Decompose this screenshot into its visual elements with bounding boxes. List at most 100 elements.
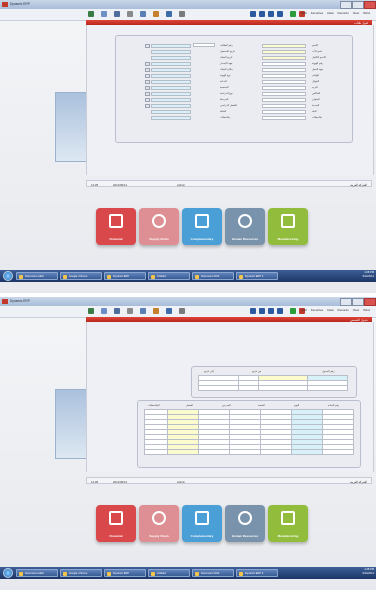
calendar-icon[interactable] — [153, 308, 159, 314]
start-button[interactable] — [3, 271, 13, 281]
cell[interactable] — [260, 449, 292, 455]
taskbar-item[interactable]: Google Chrome — [60, 272, 102, 280]
module-financial[interactable]: Financial — [96, 208, 136, 245]
cell[interactable] — [307, 385, 348, 391]
field-issuer[interactable] — [151, 62, 191, 66]
field-father[interactable] — [262, 50, 306, 54]
module-supply-chain[interactable]: Supply Chain — [139, 208, 179, 245]
dropdown-button[interactable] — [145, 62, 150, 66]
taskbar-item[interactable]: Google Chrome — [60, 569, 102, 577]
field-birth-date[interactable] — [151, 56, 191, 60]
field-student-no[interactable] — [151, 44, 191, 48]
field-term[interactable] — [151, 104, 191, 108]
menu-item-window[interactable]: Wind — [363, 308, 370, 312]
start-button[interactable] — [3, 568, 13, 578]
attach-icon[interactable] — [179, 308, 185, 314]
first-icon[interactable] — [250, 11, 256, 17]
menu-item-edit[interactable]: Edit — [302, 308, 307, 312]
cell[interactable] — [167, 449, 199, 455]
last-icon[interactable] — [277, 11, 283, 17]
cell[interactable] — [291, 449, 323, 455]
table-row[interactable] — [198, 385, 348, 391]
minimize-button[interactable] — [340, 1, 352, 9]
filter-icon[interactable] — [101, 308, 107, 314]
field-city[interactable] — [262, 104, 306, 108]
cell[interactable] — [229, 449, 261, 455]
cell[interactable] — [198, 449, 230, 455]
module-human-resources[interactable]: Human Resources — [225, 208, 265, 245]
menu-item-view[interactable]: View — [353, 308, 359, 312]
checkbox-cell[interactable] — [144, 449, 168, 455]
menu-item-data[interactable]: Data — [327, 11, 333, 15]
field-id-type[interactable] — [151, 74, 191, 78]
field-country[interactable] — [262, 110, 306, 114]
field-full-name[interactable] — [262, 56, 306, 60]
dropdown-button[interactable] — [145, 80, 150, 84]
taskbar-item[interactable]: Document 2014 — [192, 569, 234, 577]
taskbar-item[interactable]: Document editor — [16, 272, 58, 280]
field-name[interactable] — [262, 44, 306, 48]
filter-icon[interactable] — [101, 11, 107, 17]
cell[interactable] — [198, 385, 239, 391]
cell[interactable] — [237, 385, 259, 391]
save-icon[interactable] — [114, 11, 120, 17]
cell[interactable] — [322, 449, 354, 455]
run-icon[interactable] — [88, 11, 94, 17]
menu-item-favorites[interactable]: Favorites — [311, 308, 323, 312]
taskbar-item[interactable]: Untitled — [148, 569, 190, 577]
menu-item-data[interactable]: Data — [327, 308, 333, 312]
menu-item-favorites[interactable]: Favorites — [311, 11, 323, 15]
sum-icon[interactable] — [166, 11, 172, 17]
field-email[interactable] — [262, 86, 306, 90]
field-aux[interactable] — [193, 43, 215, 47]
dropdown-button[interactable] — [145, 68, 150, 72]
menu-item-edit[interactable]: Edit — [302, 11, 307, 15]
menu-item-records[interactable]: Records — [338, 308, 349, 312]
field-notes-left[interactable] — [151, 116, 191, 120]
field-status[interactable] — [151, 110, 191, 114]
close-button[interactable] — [364, 298, 376, 306]
taskbar-item[interactable]: Document 2014 — [192, 272, 234, 280]
add-icon[interactable] — [290, 11, 296, 17]
taskbar-item[interactable]: Dynamic ERP — [104, 272, 146, 280]
module-financial[interactable]: Financial — [96, 505, 136, 542]
field-reg-date[interactable] — [151, 50, 191, 54]
field-phone[interactable] — [262, 74, 306, 78]
taskbar-item[interactable]: Dynamic ERP — [104, 569, 146, 577]
print-icon[interactable] — [127, 11, 133, 17]
taskbar-item[interactable]: Dynamic ERP 2 — [236, 569, 278, 577]
module-manufacturing[interactable]: Manufacturing — [268, 208, 308, 245]
maximize-button[interactable] — [352, 1, 364, 9]
module-manufacturing[interactable]: Manufacturing — [268, 505, 308, 542]
field-religion[interactable] — [151, 80, 191, 84]
add-icon[interactable] — [290, 308, 296, 314]
field-nationality[interactable] — [151, 86, 191, 90]
menu-item-records[interactable]: Records — [338, 11, 349, 15]
field-stage[interactable] — [151, 98, 191, 102]
prev-icon[interactable] — [259, 308, 265, 314]
menu-item-window[interactable]: Wind — [363, 11, 370, 15]
taskbar-item[interactable]: Untitled — [148, 272, 190, 280]
field-employer[interactable] — [262, 68, 306, 72]
minimize-button[interactable] — [340, 298, 352, 306]
taskbar-item[interactable]: Dynamic ERP 2 — [236, 272, 278, 280]
field-notes-right[interactable] — [262, 116, 306, 120]
table-row[interactable] — [144, 449, 354, 455]
run-icon[interactable] — [88, 308, 94, 314]
module-complementary[interactable]: Complementary — [182, 505, 222, 542]
dropdown-button[interactable] — [145, 74, 150, 78]
search-icon[interactable] — [140, 11, 146, 17]
module-supply-chain[interactable]: Supply Chain — [139, 505, 179, 542]
cell[interactable] — [257, 385, 309, 391]
print-icon[interactable] — [127, 308, 133, 314]
module-human-resources[interactable]: Human Resources — [225, 505, 265, 542]
attach-icon[interactable] — [179, 11, 185, 17]
dropdown-button[interactable] — [145, 92, 150, 96]
next-icon[interactable] — [268, 308, 274, 314]
save-icon[interactable] — [114, 308, 120, 314]
taskbar-item[interactable]: Document editor — [16, 569, 58, 577]
field-birthplace[interactable] — [151, 68, 191, 72]
module-complementary[interactable]: Complementary — [182, 208, 222, 245]
prev-icon[interactable] — [259, 11, 265, 17]
calendar-icon[interactable] — [153, 11, 159, 17]
